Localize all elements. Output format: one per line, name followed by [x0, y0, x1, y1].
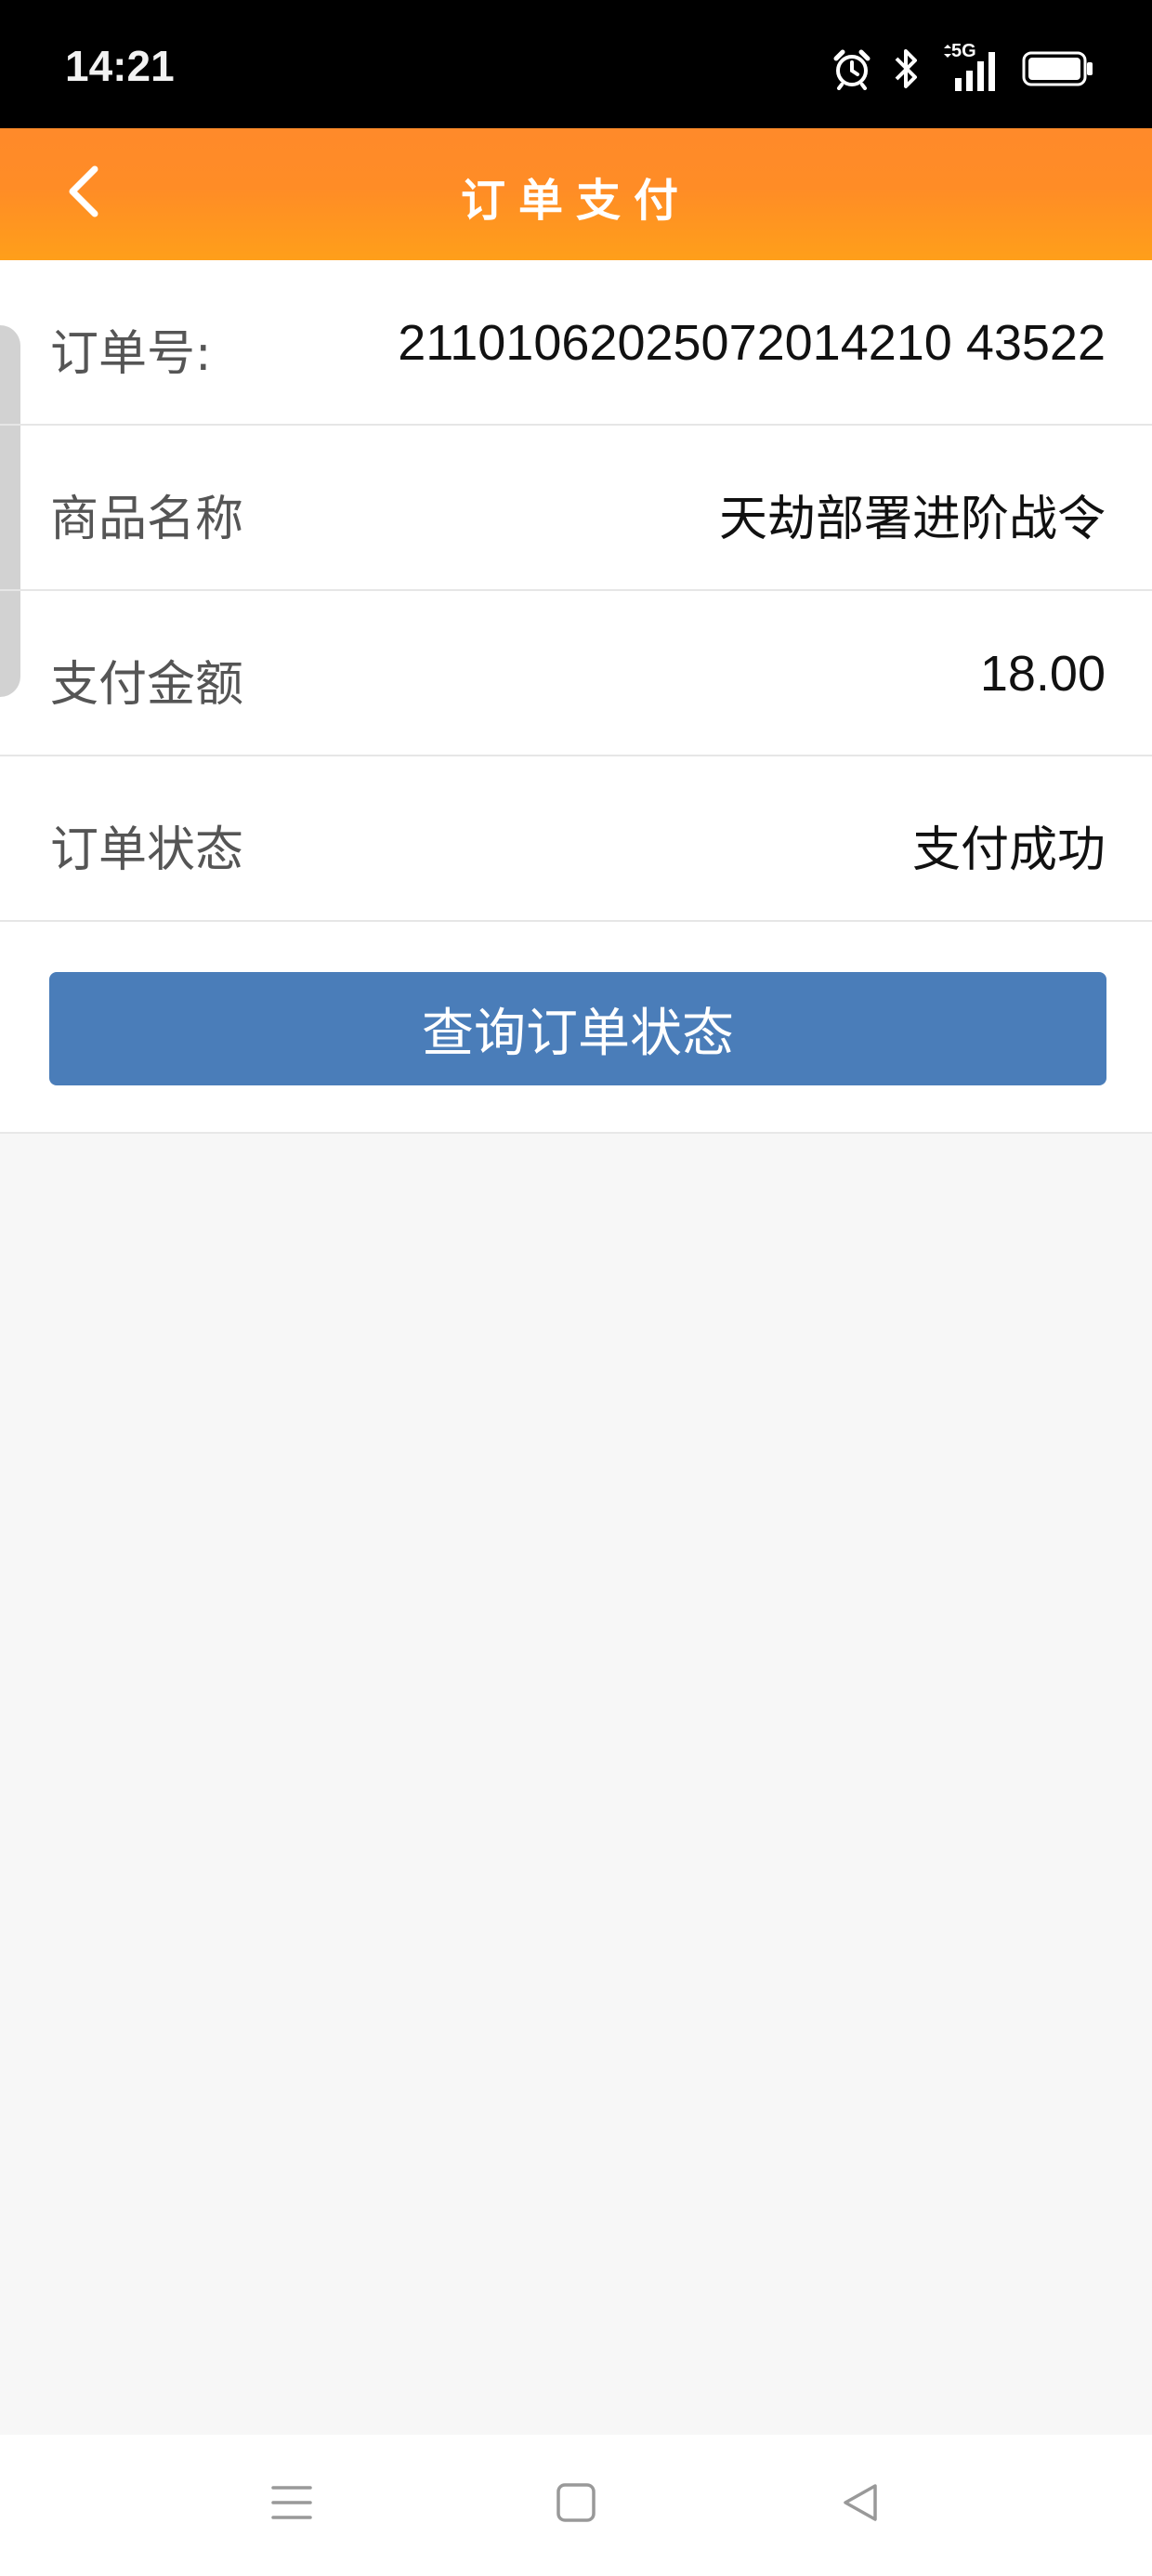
menu-button[interactable] [255, 2472, 329, 2537]
order-number-value: 21101062025072014210 43522 [398, 315, 1106, 371]
order-number-label: 订单号: [50, 326, 212, 382]
order-status-value: 支付成功 [911, 822, 1106, 878]
product-name-label: 商品名称 [50, 492, 244, 547]
battery-icon [1022, 50, 1094, 87]
alarm-icon [831, 47, 873, 90]
order-status-label: 订单状态 [50, 822, 244, 878]
back-icon [838, 2480, 883, 2529]
order-number-row: 订单号: 21101062025072014210 43522 [0, 260, 1152, 426]
product-name-value: 天劫部署进阶战令 [718, 492, 1106, 547]
status-icons: 5G [831, 41, 1094, 93]
menu-icon [269, 2480, 314, 2529]
payment-amount-label: 支付金额 [50, 657, 244, 713]
order-status-row: 订单状态 支付成功 [0, 756, 1152, 922]
order-info-card: 订单号: 21101062025072014210 43522 商品名称 天劫部… [0, 260, 1152, 1134]
home-button[interactable] [539, 2472, 613, 2537]
status-bar: 14:21 5G [0, 0, 1152, 128]
app-header: 订单支付 [0, 128, 1152, 260]
signal-icon: 5G [938, 41, 1003, 93]
system-back-button[interactable] [823, 2472, 897, 2537]
bluetooth-icon [892, 47, 920, 90]
home-icon [556, 2482, 596, 2527]
product-name-row: 商品名称 天劫部署进阶战令 [0, 426, 1152, 591]
payment-amount-row: 支付金额 18.00 [0, 591, 1152, 756]
query-order-status-button[interactable]: 查询订单状态 [49, 972, 1106, 1085]
payment-amount-value: 18.00 [979, 646, 1106, 702]
status-time: 14:21 [65, 42, 175, 90]
network-type: 5G [951, 41, 976, 61]
page-title: 订单支付 [460, 175, 691, 227]
system-nav-bar [0, 2435, 1152, 2576]
